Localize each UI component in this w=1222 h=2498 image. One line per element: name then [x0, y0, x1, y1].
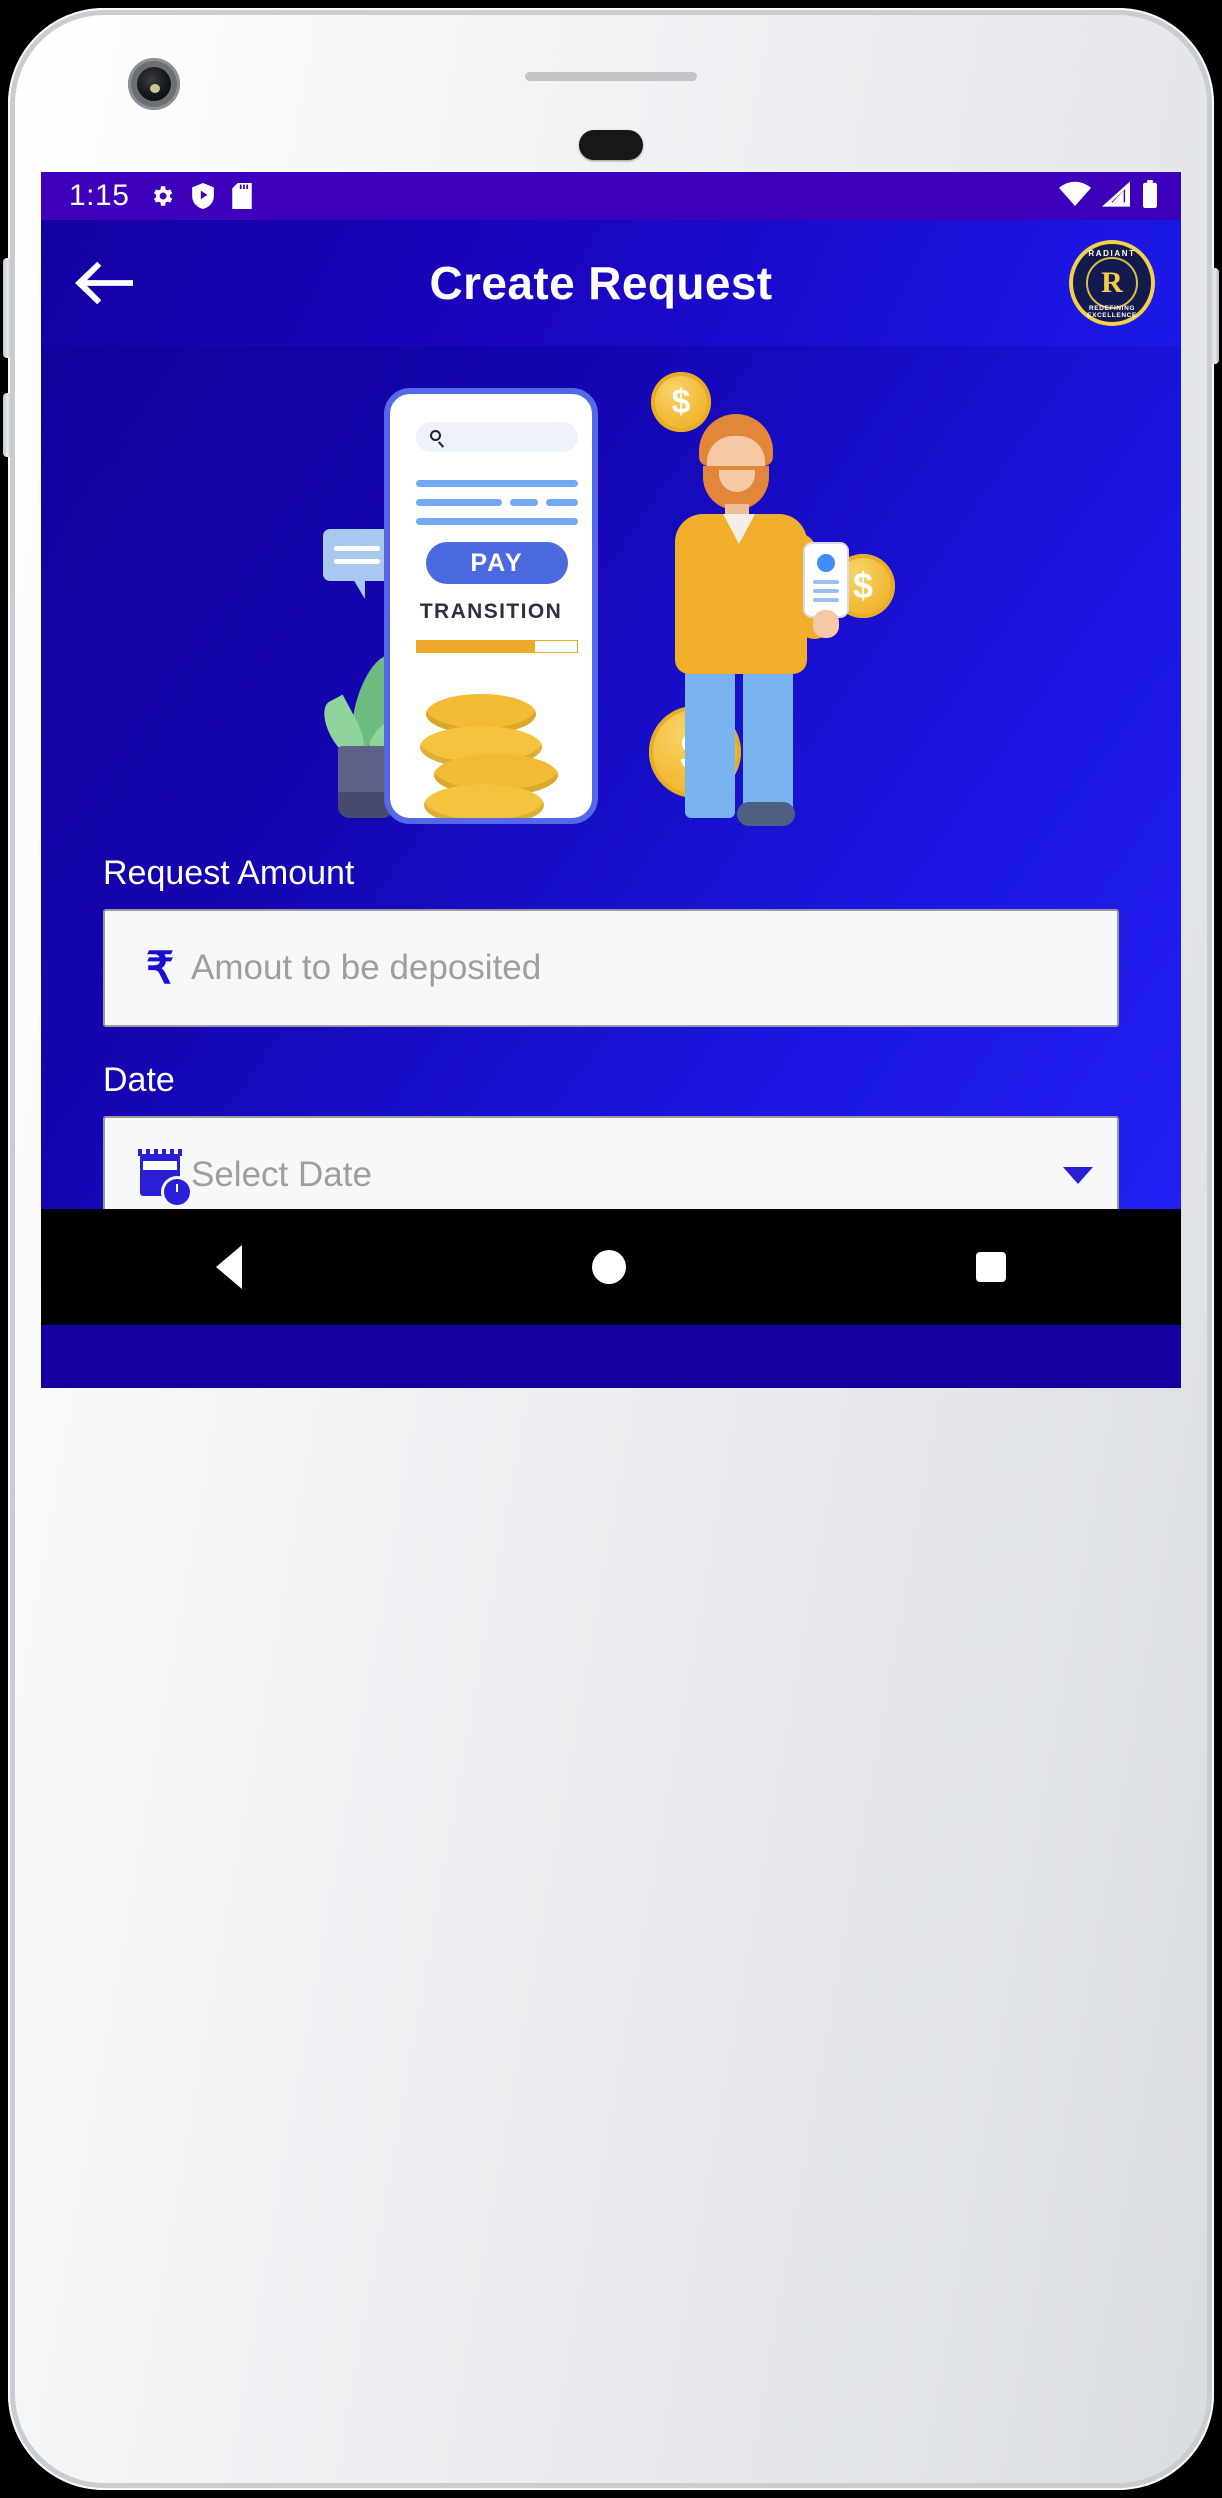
- illustration-transition-label: TRANSITION: [419, 600, 563, 623]
- date-input[interactable]: Select Date: [191, 1155, 1051, 1195]
- content-line: [416, 480, 578, 487]
- nav-recents-icon[interactable]: [976, 1252, 1006, 1282]
- content-line: [813, 580, 839, 584]
- logo-bottom-text: REDEFINING EXCELLENCE: [1087, 305, 1137, 319]
- character-leg: [743, 666, 793, 818]
- shield-play-icon: [191, 183, 215, 209]
- sensor-housing: [579, 130, 643, 160]
- character-legs: [685, 666, 797, 818]
- character-leg: [685, 666, 735, 818]
- content-line: [510, 499, 538, 506]
- hero-illustration: PAY TRANSITION $ $ $: [41, 354, 1181, 854]
- status-time: 1:15: [69, 179, 130, 212]
- bubble-line: [334, 546, 380, 551]
- rupee-icon: ₹: [146, 943, 174, 993]
- status-right-icons: [1059, 179, 1159, 213]
- illustration-phone: PAY TRANSITION: [384, 388, 598, 824]
- request-amount-field[interactable]: ₹ Amout to be deposited: [103, 909, 1119, 1027]
- verified-badge-icon: [817, 554, 835, 572]
- content-line: [416, 499, 502, 506]
- date-label: Date: [103, 1061, 175, 1099]
- phone-screen: 1:15 Create Request RADIANT R REDEFINING…: [41, 172, 1181, 1388]
- request-amount-label: Request Amount: [103, 854, 355, 892]
- gear-icon: [149, 183, 175, 209]
- nav-back-icon[interactable]: [216, 1245, 242, 1289]
- android-nav-bar: [41, 1209, 1181, 1325]
- character-hand: [813, 610, 839, 638]
- status-bar: 1:15: [41, 172, 1181, 220]
- logo-top-text: RADIANT: [1088, 249, 1136, 258]
- content-line: [546, 499, 578, 506]
- progress-fill: [417, 641, 536, 652]
- chevron-down-icon[interactable]: [1063, 1166, 1093, 1184]
- page-title: Create Request: [429, 257, 773, 309]
- nav-home-icon[interactable]: [592, 1250, 626, 1284]
- chat-bubble-icon: [323, 529, 391, 599]
- character-shoe: [737, 802, 795, 826]
- volume-button[interactable]: [3, 258, 12, 358]
- brand-logo: RADIANT R REDEFINING EXCELLENCE: [1069, 240, 1155, 326]
- content-line: [813, 598, 839, 602]
- character-held-phone: [805, 544, 847, 616]
- coin-stack-item: [424, 784, 544, 818]
- content-line: [416, 518, 578, 525]
- illustration-progress-bar: [416, 640, 578, 653]
- bubble-line: [334, 559, 380, 564]
- cellular-signal-icon: [1102, 180, 1130, 212]
- content-line: [813, 589, 839, 593]
- app-bar: Create Request RADIANT R REDEFINING EXCE…: [41, 220, 1181, 346]
- arrow-left-icon: [75, 261, 133, 305]
- wifi-icon: [1059, 181, 1091, 212]
- side-button-right[interactable]: [1210, 268, 1219, 364]
- search-icon: [430, 430, 441, 441]
- illustration-search-bar: [416, 422, 578, 452]
- phone-device-frame: 1:15 Create Request RADIANT R REDEFINING…: [3, 8, 1219, 2490]
- request-amount-input[interactable]: Amout to be deposited: [191, 948, 1093, 988]
- calendar-clock-icon: [129, 1149, 191, 1205]
- battery-icon: [1141, 179, 1159, 213]
- power-button[interactable]: [3, 393, 12, 457]
- sd-card-icon: [231, 183, 253, 209]
- character-illustration: [637, 414, 877, 834]
- logo-monogram: R: [1101, 266, 1123, 299]
- front-camera-icon: [128, 58, 180, 110]
- app-content: PAY TRANSITION $ $ $: [41, 346, 1181, 1325]
- earpiece-speaker: [525, 72, 697, 81]
- illustration-pay-button: PAY: [426, 542, 568, 584]
